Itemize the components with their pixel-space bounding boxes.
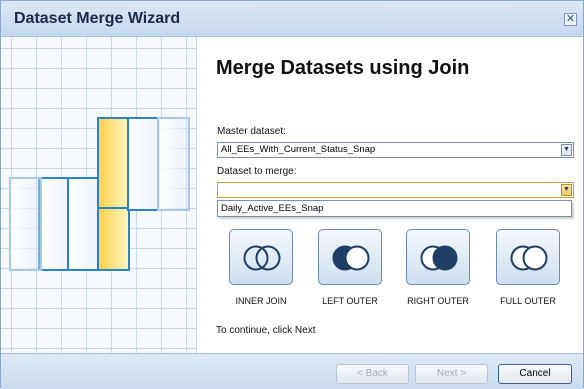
close-icon[interactable]: ✕ <box>564 13 577 26</box>
wizard-illustration <box>1 37 197 353</box>
illustration-block-faded <box>157 117 190 211</box>
next-button[interactable]: Next > <box>415 364 488 384</box>
left-outer-join-button[interactable] <box>318 229 382 285</box>
cancel-button[interactable]: Cancel <box>498 364 572 384</box>
master-dataset-select[interactable]: All_EEs_With_Current_Status_Snap ▼ <box>217 142 574 158</box>
right-outer-join-icon <box>420 245 458 271</box>
illustration-block-faded <box>9 177 42 271</box>
full-outer-join-label: FULL OUTER <box>500 296 556 306</box>
inner-join-icon <box>243 245 281 271</box>
button-bar: < Back Next > Cancel <box>1 353 583 389</box>
title-bar: Dataset Merge Wizard ✕ <box>1 1 583 37</box>
dropdown-option[interactable]: Daily_Active_EEs_Snap <box>221 203 323 214</box>
left-outer-join-label: LEFT OUTER <box>322 296 378 306</box>
continue-hint: To continue, click Next <box>216 325 316 336</box>
merge-dataset-dropdown-list: Daily_Active_EEs_Snap <box>217 200 572 217</box>
merge-wizard-dialog: Dataset Merge Wizard ✕ Merge Datasets us… <box>0 0 584 389</box>
illustration-block-highlight <box>97 207 130 271</box>
illustration-block-highlight <box>97 117 130 211</box>
inner-join-label: INNER JOIN <box>235 296 287 306</box>
back-button[interactable]: < Back <box>336 364 409 384</box>
full-outer-join-button[interactable] <box>496 229 560 285</box>
illustration-block <box>127 117 160 211</box>
merge-dataset-select[interactable]: ▼ <box>217 182 574 198</box>
right-outer-join-button[interactable] <box>406 229 470 285</box>
merge-dataset-label: Dataset to merge: <box>217 166 297 177</box>
right-outer-join-label: RIGHT OUTER <box>407 296 469 306</box>
full-outer-join-icon <box>510 245 548 271</box>
window-title: Dataset Merge Wizard <box>14 10 181 27</box>
inner-join-button[interactable] <box>229 229 293 285</box>
page-title: Merge Datasets using Join <box>216 57 470 79</box>
chevron-down-icon[interactable]: ▼ <box>561 184 572 196</box>
master-dataset-label: Master dataset: <box>217 126 286 137</box>
chevron-down-icon[interactable]: ▼ <box>561 144 572 156</box>
illustration-block <box>67 177 100 271</box>
wizard-content: Merge Datasets using Join Master dataset… <box>197 37 583 353</box>
master-dataset-value: All_EEs_With_Current_Status_Snap <box>221 144 376 155</box>
left-outer-join-icon <box>332 245 370 271</box>
